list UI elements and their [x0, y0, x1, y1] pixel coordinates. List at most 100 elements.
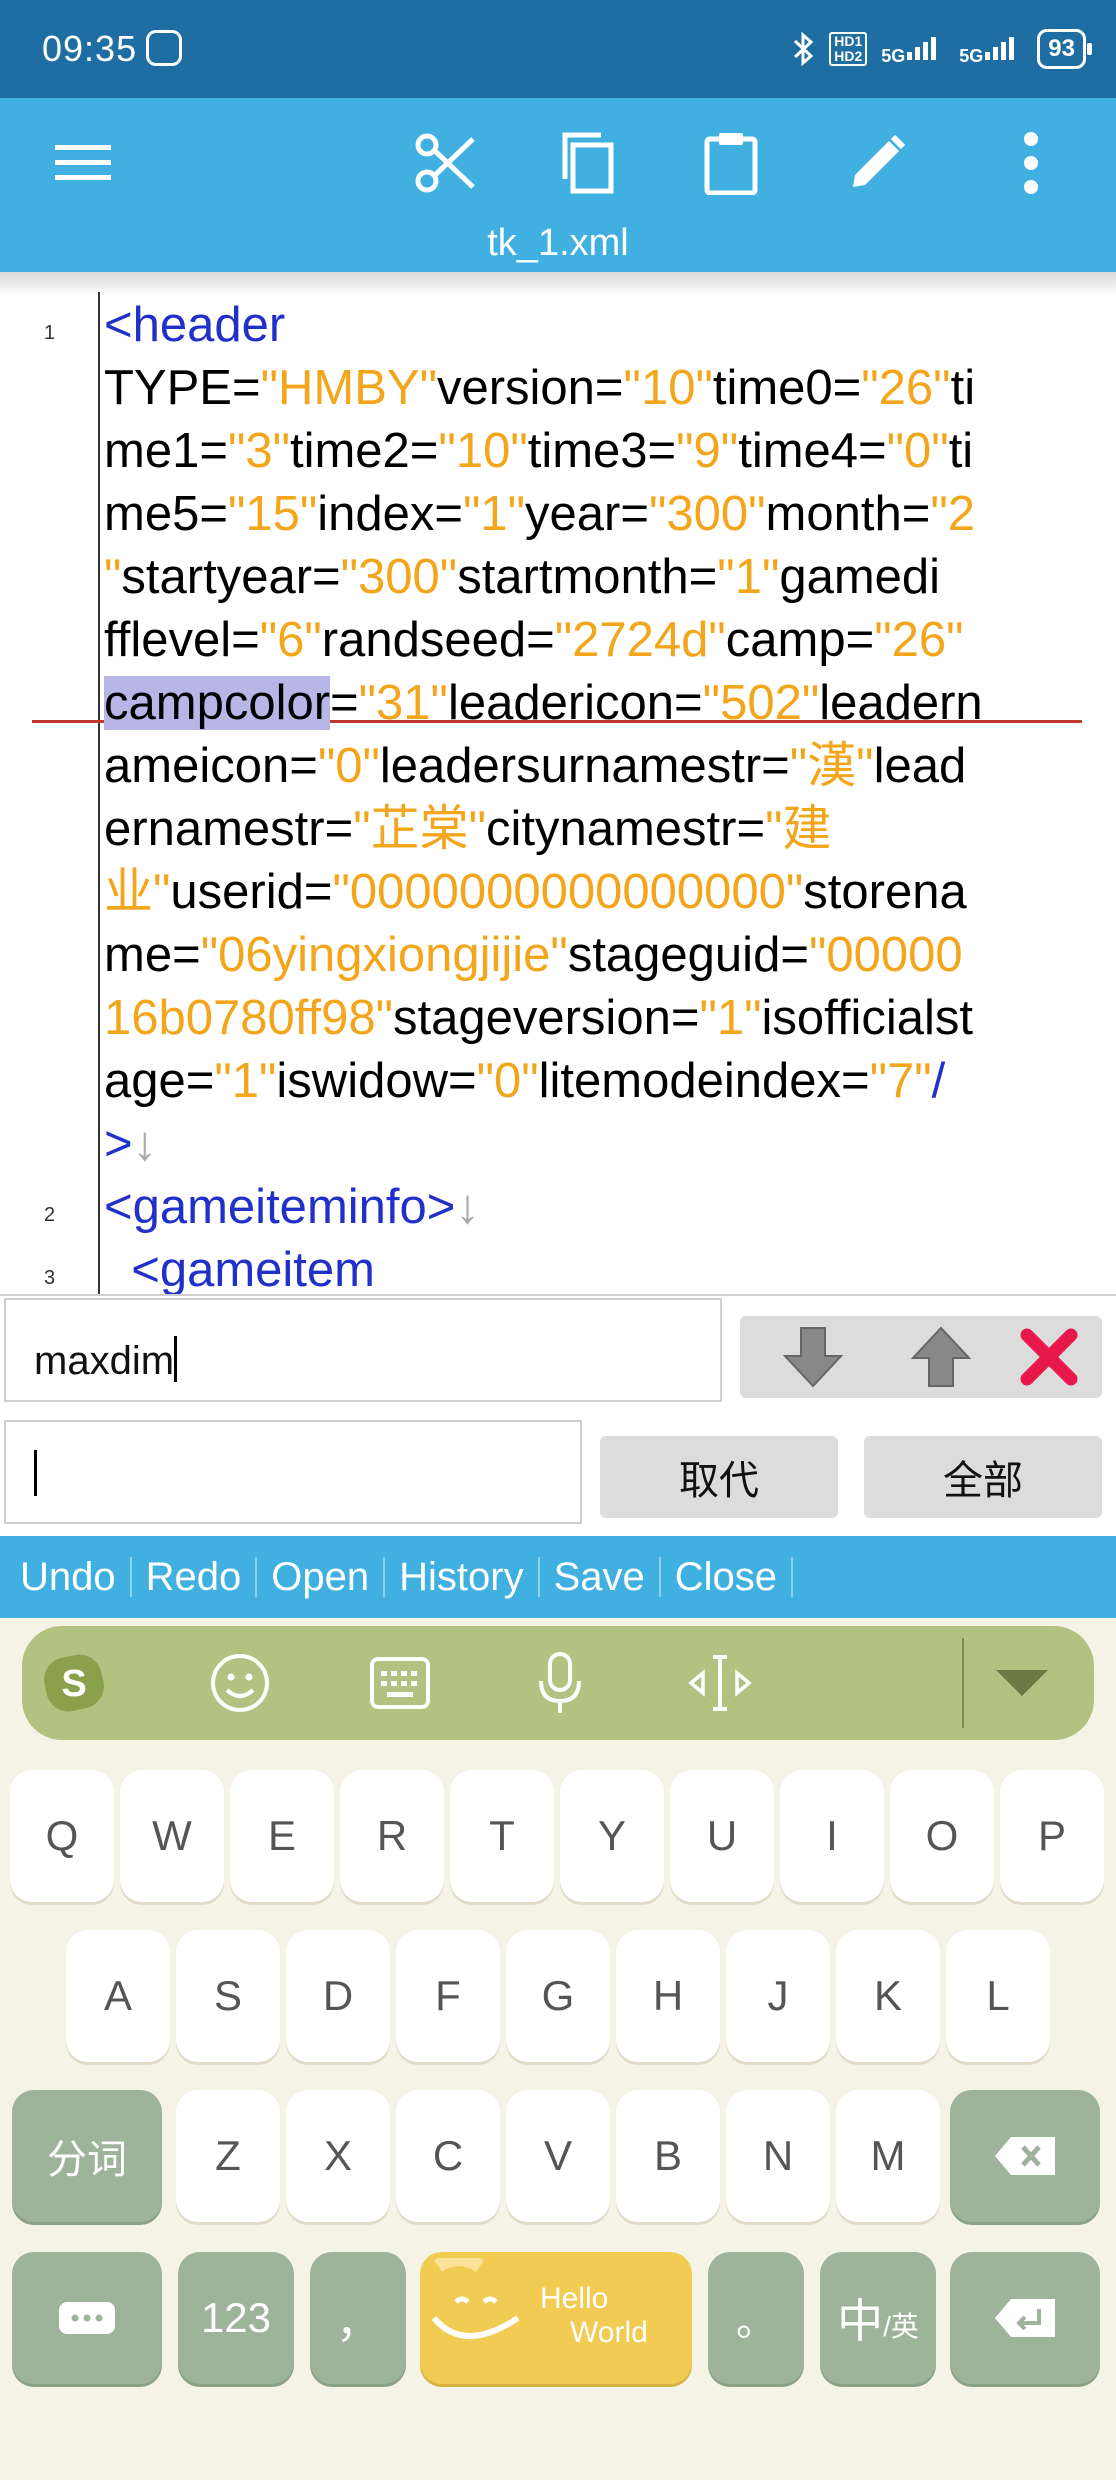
code-token: "漢": [789, 739, 874, 793]
more-symbols-key[interactable]: [12, 2252, 162, 2384]
code-editor[interactable]: 1 2 3 <header TYPE="HMBY"version="10"time…: [0, 272, 1116, 1294]
copy-icon[interactable]: [542, 118, 632, 208]
key-label: Y: [597, 1812, 626, 1859]
code-token: "0": [476, 1054, 539, 1108]
code-token: gamedi: [779, 550, 941, 604]
code-token: isofficialst: [761, 991, 974, 1045]
key-i[interactable]: I: [780, 1770, 884, 1902]
close-button[interactable]: Close: [661, 1557, 793, 1597]
code-token: <gameiteminfo>: [104, 1180, 456, 1234]
smiley-face-icon: [431, 2258, 520, 2339]
keyboard-icon[interactable]: [360, 1646, 440, 1720]
key-o[interactable]: O: [890, 1770, 994, 1902]
code-token: litemodeindex=: [538, 1054, 870, 1108]
period-key[interactable]: 。: [708, 2252, 804, 2384]
language-switch-key[interactable]: 中/英: [820, 2252, 936, 2384]
code-token: "1": [463, 487, 526, 541]
space-key-label: Hello World: [540, 2282, 648, 2350]
key-l[interactable]: L: [946, 1930, 1050, 2062]
open-button[interactable]: Open: [257, 1557, 386, 1597]
code-token: "9": [676, 424, 739, 478]
key-n[interactable]: N: [726, 2090, 830, 2222]
key-m[interactable]: M: [836, 2090, 940, 2222]
key-label: C: [432, 2132, 464, 2179]
close-find-button[interactable]: [996, 1316, 1102, 1398]
code-token: "31": [358, 676, 448, 730]
redo-button[interactable]: Redo: [132, 1557, 258, 1597]
gutter-divider: [98, 292, 100, 1294]
code-token: 16b0780ff98": [104, 991, 393, 1045]
key-d[interactable]: D: [286, 1930, 390, 2062]
key-label: L: [986, 1972, 1010, 2019]
numbers-key[interactable]: 123: [178, 2252, 294, 2384]
code-line: age="1"iswidow="0"litemodeindex="7"/: [104, 1050, 1104, 1113]
key-z[interactable]: Z: [176, 2090, 280, 2222]
find-input[interactable]: maxdim: [4, 1298, 722, 1402]
code-token: <header: [104, 298, 286, 352]
replace-button[interactable]: 取代: [600, 1436, 838, 1518]
code-token: version=: [436, 361, 624, 415]
key-b[interactable]: B: [616, 2090, 720, 2222]
code-token: age=: [104, 1054, 215, 1108]
code-token: leadersurnamestr=: [379, 739, 790, 793]
code-line: ameicon="0"leadersurnamestr="漢"lead: [104, 735, 1104, 798]
key-a[interactable]: A: [66, 1930, 170, 2062]
replace-all-button[interactable]: 全部: [864, 1436, 1102, 1518]
file-title: tk_1.xml: [487, 222, 629, 264]
find-previous-button[interactable]: [868, 1316, 1014, 1398]
microphone-icon[interactable]: [520, 1646, 600, 1720]
undo-button[interactable]: Undo: [6, 1557, 132, 1597]
key-x[interactable]: X: [286, 2090, 390, 2222]
sogou-logo-icon[interactable]: S: [34, 1646, 114, 1720]
key-j[interactable]: J: [726, 1930, 830, 2062]
space-key[interactable]: Hello World: [420, 2252, 692, 2384]
key-f[interactable]: F: [396, 1930, 500, 2062]
battery-indicator: 93: [1037, 29, 1092, 69]
key-p[interactable]: P: [1000, 1770, 1104, 1902]
comma-key[interactable]: ，: [310, 2252, 406, 2384]
key-s[interactable]: S: [176, 1930, 280, 2062]
code-token: randseed=: [321, 613, 555, 667]
code-token: ameicon=: [104, 739, 318, 793]
scissors-icon[interactable]: [400, 118, 490, 208]
key-k[interactable]: K: [836, 1930, 940, 2062]
key-label: R: [376, 1812, 408, 1859]
key-label: W: [152, 1812, 192, 1859]
key-u[interactable]: U: [670, 1770, 774, 1902]
more-vert-icon[interactable]: [986, 118, 1076, 208]
key-c[interactable]: C: [396, 2090, 500, 2222]
code-text[interactable]: <header TYPE="HMBY"version="10"time0="26"…: [104, 294, 1104, 1294]
key-v[interactable]: V: [506, 2090, 610, 2222]
history-button[interactable]: History: [385, 1557, 540, 1597]
ellipsis-icon: [59, 2302, 115, 2334]
backspace-key[interactable]: [950, 2090, 1100, 2222]
code-token: year=: [525, 487, 649, 541]
emoji-icon[interactable]: [200, 1646, 280, 1720]
pencil-icon[interactable]: [832, 118, 922, 208]
enter-key[interactable]: [950, 2252, 1100, 2384]
line-number: 1: [44, 322, 56, 344]
key-g[interactable]: G: [506, 1930, 610, 2062]
editor-shadow: [0, 272, 1116, 296]
space-label-line2: World: [570, 2316, 648, 2349]
replace-input[interactable]: [4, 1420, 582, 1524]
cursor-move-icon[interactable]: [680, 1646, 760, 1720]
menu-icon[interactable]: [38, 118, 128, 208]
key-fenci[interactable]: 分词: [12, 2090, 162, 2222]
code-token: time2=: [289, 424, 439, 478]
save-button[interactable]: Save: [540, 1557, 661, 1597]
key-w[interactable]: W: [120, 1770, 224, 1902]
code-token: month=: [765, 487, 931, 541]
code-token: "26": [874, 613, 964, 667]
collapse-keyboard-icon[interactable]: [982, 1646, 1062, 1720]
key-r[interactable]: R: [340, 1770, 444, 1902]
key-e[interactable]: E: [230, 1770, 334, 1902]
key-q[interactable]: Q: [10, 1770, 114, 1902]
key-h[interactable]: H: [616, 1930, 720, 2062]
key-t[interactable]: T: [450, 1770, 554, 1902]
find-next-button[interactable]: [740, 1316, 886, 1398]
clipboard-icon[interactable]: [686, 118, 776, 208]
key-y[interactable]: Y: [560, 1770, 664, 1902]
code-token: leadericon=: [447, 676, 703, 730]
code-line: ernamestr="芷棠"citynamestr="建: [104, 798, 1104, 861]
